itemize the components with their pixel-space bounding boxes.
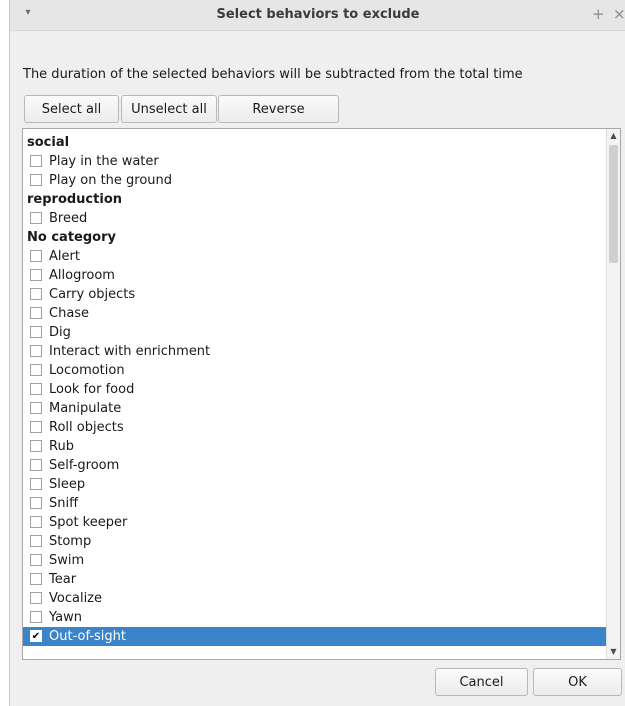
behavior-label: Rub — [49, 439, 74, 454]
description-text: The duration of the selected behaviors w… — [23, 67, 523, 82]
behavior-label: Play on the ground — [49, 173, 173, 188]
behavior-label: Spot keeper — [49, 515, 128, 530]
behavior-checkbox[interactable] — [30, 345, 42, 357]
behavior-checkbox[interactable] — [30, 326, 42, 338]
behavior-item[interactable]: Locomotion — [23, 361, 608, 380]
scroll-up-icon[interactable]: ▲ — [607, 129, 620, 143]
behavior-label: Dig — [49, 325, 71, 340]
dialog-window: ▾ Select behaviors to exclude + × The du… — [9, 0, 625, 706]
behavior-item[interactable]: Sniff — [23, 494, 608, 513]
behavior-checkbox[interactable] — [30, 421, 42, 433]
behavior-item[interactable]: Roll objects — [23, 418, 608, 437]
behavior-label: Chase — [49, 306, 90, 321]
vertical-scrollbar[interactable]: ▲ ▼ — [606, 129, 620, 659]
behavior-item[interactable]: Self-groom — [23, 456, 608, 475]
behavior-checkbox[interactable] — [30, 459, 42, 471]
behavior-item[interactable]: Sleep — [23, 475, 608, 494]
behavior-item[interactable]: Swim — [23, 551, 608, 570]
pin-icon[interactable]: + — [592, 5, 605, 23]
behavior-item[interactable]: Vocalize — [23, 589, 608, 608]
title-bar[interactable]: ▾ Select behaviors to exclude + × — [10, 0, 625, 31]
behavior-item[interactable]: Yawn — [23, 608, 608, 627]
behavior-checkbox[interactable] — [30, 364, 42, 376]
behavior-checkbox[interactable] — [30, 497, 42, 509]
behavior-item[interactable]: Breed — [23, 209, 608, 228]
behavior-checkbox[interactable] — [30, 478, 42, 490]
behavior-label: Sniff — [49, 496, 79, 511]
category-header: social — [27, 135, 70, 150]
behavior-checkbox[interactable] — [30, 383, 42, 395]
behavior-checkbox[interactable] — [30, 288, 42, 300]
behavior-label: Locomotion — [49, 363, 125, 378]
behavior-label: Vocalize — [49, 591, 102, 606]
behaviors-list-rows: social Play in the water Play on the groun… — [23, 133, 608, 646]
behavior-item[interactable]: Carry objects — [23, 285, 608, 304]
scrollbar-thumb[interactable] — [609, 145, 618, 263]
behavior-checkbox[interactable] — [30, 155, 42, 167]
behavior-item[interactable]: Rub — [23, 437, 608, 456]
behavior-item[interactable]: Stomp — [23, 532, 608, 551]
behavior-label: Play in the water — [49, 154, 159, 169]
behavior-item[interactable]: Spot keeper — [23, 513, 608, 532]
behavior-label: Manipulate — [49, 401, 122, 416]
behavior-label: Breed — [49, 211, 88, 226]
behavior-checkbox[interactable] — [30, 535, 42, 547]
select-all-button[interactable]: Select all — [24, 95, 119, 123]
category-header: No category — [27, 230, 116, 245]
behavior-label: Self-groom — [49, 458, 120, 473]
behavior-label: Carry objects — [49, 287, 136, 302]
behavior-item[interactable]: Manipulate — [23, 399, 608, 418]
behavior-item[interactable]: Allogroom — [23, 266, 608, 285]
behavior-label: Look for food — [49, 382, 135, 397]
behavior-checkbox[interactable] — [30, 592, 42, 604]
behavior-checkbox[interactable] — [30, 516, 42, 528]
category-header: reproduction — [27, 192, 122, 207]
close-icon[interactable]: × — [613, 5, 625, 23]
behavior-checkbox[interactable] — [30, 611, 42, 623]
behavior-checkbox[interactable] — [30, 554, 42, 566]
behavior-checkbox[interactable] — [30, 440, 42, 452]
behavior-label: Stomp — [49, 534, 92, 549]
behavior-label: Roll objects — [49, 420, 124, 435]
behavior-item[interactable]: Tear — [23, 570, 608, 589]
behavior-label: Swim — [49, 553, 85, 568]
window-title: Select behaviors to exclude — [216, 7, 420, 22]
behaviors-list[interactable]: social Play in the water Play on the groun… — [22, 128, 621, 660]
behavior-item[interactable]: Chase — [23, 304, 608, 323]
behavior-checkbox[interactable]: ✔ — [30, 630, 42, 642]
behavior-item[interactable]: Play in the water — [23, 152, 608, 171]
behavior-checkbox[interactable] — [30, 402, 42, 414]
behavior-checkbox[interactable] — [30, 212, 42, 224]
behavior-label: Sleep — [49, 477, 86, 492]
behavior-item[interactable]: Play on the ground — [23, 171, 608, 190]
unselect-all-button[interactable]: Unselect all — [121, 95, 217, 123]
ok-button[interactable]: OK — [533, 668, 622, 696]
behavior-item[interactable]: ✔ Out-of-sight — [23, 627, 608, 646]
behavior-checkbox[interactable] — [30, 307, 42, 319]
behavior-label: Tear — [49, 572, 77, 587]
behavior-checkbox[interactable] — [30, 174, 42, 186]
cancel-button[interactable]: Cancel — [435, 668, 528, 696]
scroll-down-icon[interactable]: ▼ — [607, 645, 620, 659]
behavior-checkbox[interactable] — [30, 573, 42, 585]
behavior-checkbox[interactable] — [30, 269, 42, 281]
behavior-label: Yawn — [49, 610, 82, 625]
behavior-checkbox[interactable] — [30, 250, 42, 262]
behavior-item[interactable]: Dig — [23, 323, 608, 342]
behavior-label: Alert — [49, 249, 80, 264]
behavior-label: Allogroom — [49, 268, 115, 283]
behavior-label: Interact with enrichment — [49, 344, 211, 359]
behavior-item[interactable]: Alert — [23, 247, 608, 266]
behavior-label: Out-of-sight — [49, 629, 126, 644]
reverse-selection-button[interactable]: Reverse selection — [218, 95, 339, 143]
behavior-item[interactable]: Look for food — [23, 380, 608, 399]
behavior-item[interactable]: Interact with enrichment — [23, 342, 608, 361]
